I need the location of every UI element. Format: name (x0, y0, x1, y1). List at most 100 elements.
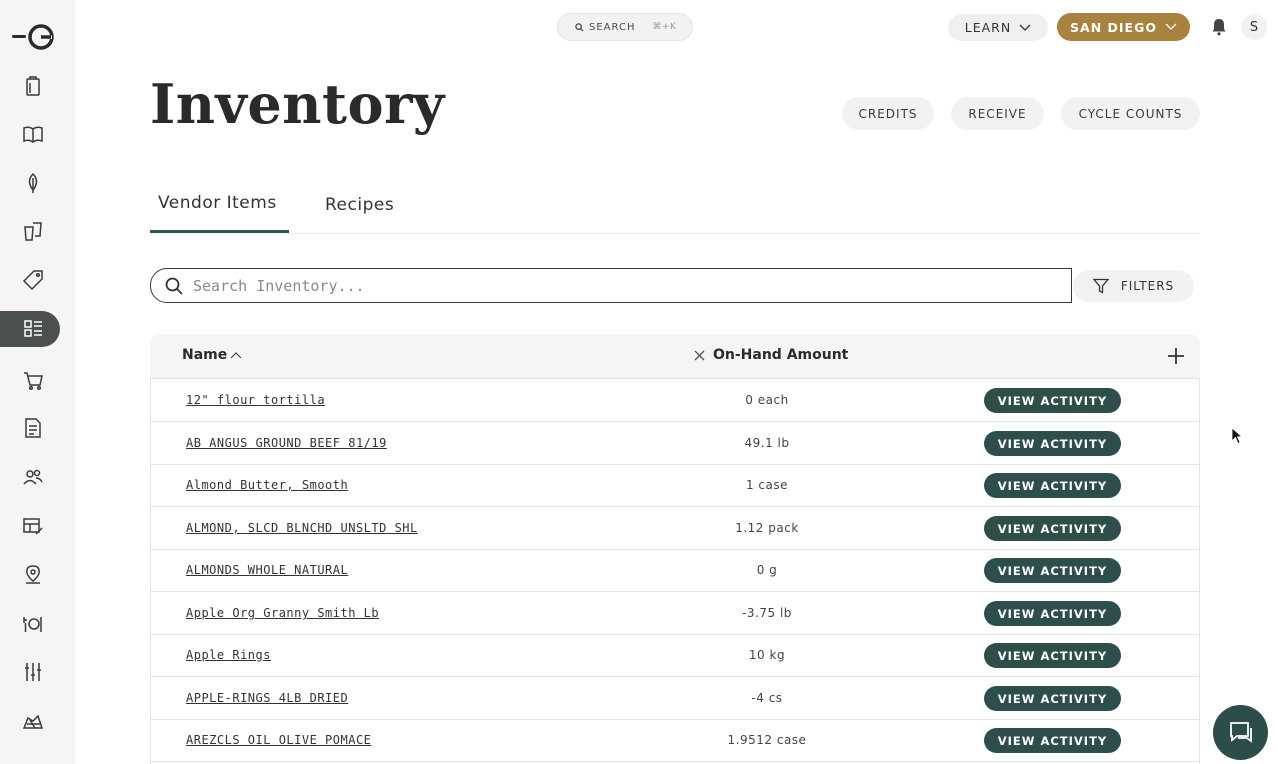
view-activity-button[interactable]: VIEW ACTIVITY (984, 516, 1121, 541)
learn-dropdown[interactable]: LEARN (948, 14, 1048, 41)
cart-icon (24, 372, 43, 391)
on-hand-column-header: On-Hand Amount (694, 347, 848, 363)
on-hand-amount: 1 case (745, 478, 789, 492)
sidebar-item-book[interactable] (0, 116, 60, 152)
book-icon (23, 126, 43, 143)
filter-icon (1092, 278, 1109, 294)
on-hand-amount: 10 kg (748, 648, 786, 662)
leaf-icon (28, 172, 38, 193)
sidebar-item-location[interactable] (0, 557, 60, 593)
view-activity-button[interactable]: VIEW ACTIVITY (984, 473, 1121, 498)
tag-icon (22, 270, 43, 291)
item-name-link[interactable]: Almond Butter, Smooth (186, 478, 348, 492)
view-activity-button[interactable]: VIEW ACTIVITY (984, 643, 1121, 668)
tabs-divider (150, 233, 1200, 234)
sort-ascending-icon (230, 352, 242, 359)
chat-support-button[interactable] (1213, 705, 1268, 760)
search-icon (165, 277, 183, 295)
inventory-search-box (150, 268, 1072, 303)
on-hand-column-label: On-Hand Amount (713, 347, 849, 363)
receive-button[interactable]: RECEIVE (951, 97, 1044, 130)
inventory-icon (24, 320, 42, 337)
sidebar (0, 0, 75, 764)
sidebar-item-tag[interactable] (0, 262, 60, 298)
item-name-link[interactable]: Apple Org Granny Smith Lb (186, 606, 379, 620)
on-hand-amount: 1.9512 case (727, 733, 807, 747)
add-column-icon[interactable] (1166, 346, 1186, 366)
item-name-link[interactable]: AREZCLS OIL OLIVE POMACE (186, 733, 371, 747)
table-row: ALMOND, SLCD BLNCHD UNSLTD SHL 1.12 pack… (150, 507, 1200, 550)
chevron-down-icon (1019, 24, 1031, 31)
sidebar-item-clipboard[interactable] (0, 68, 60, 104)
table-row: Apple Org Granny Smith Lb -3.75 lb VIEW … (150, 592, 1200, 635)
location-pin-icon (26, 565, 40, 584)
learn-label: LEARN (964, 20, 1012, 35)
table-row: AREZCLS OIL OLIVE POMACE 1.9512 case VIE… (150, 719, 1200, 762)
cups-icon (24, 222, 42, 241)
page-title: Inventory (150, 72, 445, 136)
name-column-label: Name (182, 347, 228, 363)
on-hand-amount: -4 cs (751, 691, 783, 705)
cycle-counts-button[interactable]: CYCLE COUNTS (1061, 97, 1200, 130)
sidebar-item-map[interactable] (0, 703, 60, 739)
tab-recipes[interactable]: Recipes (325, 195, 394, 215)
sidebar-item-inventory[interactable] (0, 311, 60, 347)
on-hand-amount: 49.1 lb (744, 436, 790, 450)
sidebar-item-cups[interactable] (0, 213, 60, 249)
item-name-link[interactable]: ALMOND, SLCD BLNCHD UNSLTD SHL (186, 521, 418, 535)
chevron-down-icon (1165, 23, 1177, 30)
sidebar-item-sliders[interactable] (0, 654, 60, 690)
item-name-link[interactable]: ALMONDS WHOLE NATURAL (186, 563, 348, 577)
name-column-header[interactable]: Name (182, 347, 242, 363)
sidebar-item-cart[interactable] (0, 362, 60, 398)
user-avatar[interactable]: S (1241, 14, 1267, 40)
tab-vendor-items[interactable]: Vendor Items (158, 193, 277, 213)
sidebar-item-dining[interactable] (0, 606, 60, 642)
view-activity-button[interactable]: VIEW ACTIVITY (984, 388, 1121, 413)
location-label: SAN DIEGO (1070, 19, 1157, 35)
global-search-button[interactable]: SEARCH ⌘+K (557, 13, 693, 41)
sliders-icon (25, 663, 41, 681)
mouse-cursor-icon (1231, 427, 1243, 445)
view-activity-button[interactable]: VIEW ACTIVITY (984, 686, 1121, 711)
table-header: Name On-Hand Amount (150, 334, 1200, 379)
filters-label: FILTERS (1120, 279, 1175, 293)
table-edit-icon (23, 518, 43, 535)
bell-icon[interactable] (1211, 18, 1227, 36)
item-name-link[interactable]: APPLE-RINGS 4LB DRIED (186, 691, 348, 705)
sidebar-item-leaf[interactable] (0, 165, 60, 201)
people-icon (23, 469, 43, 485)
table-row: AB ANGUS GROUND BEEF 81/19 49.1 lb VIEW … (150, 422, 1200, 465)
document-icon (25, 418, 41, 438)
chat-icon (1229, 721, 1252, 743)
on-hand-amount: 1.12 pack (735, 521, 799, 535)
view-activity-button[interactable]: VIEW ACTIVITY (984, 558, 1121, 583)
on-hand-amount: 0 g (756, 563, 778, 577)
view-activity-button[interactable]: VIEW ACTIVITY (984, 601, 1121, 626)
clipboard-icon (26, 76, 40, 96)
global-search-label: SEARCH (589, 21, 636, 33)
on-hand-amount: 0 each (745, 393, 789, 407)
map-icon (22, 714, 44, 729)
filters-button[interactable]: FILTERS (1073, 270, 1194, 302)
table-row: Apple Rings 10 kg VIEW ACTIVITY (150, 634, 1200, 677)
on-hand-amount: -3.75 lb (742, 606, 792, 620)
view-activity-button[interactable]: VIEW ACTIVITY (984, 728, 1121, 753)
item-name-link[interactable]: 12" flour tortilla (186, 393, 325, 407)
sidebar-item-people[interactable] (0, 459, 60, 495)
location-dropdown[interactable]: SAN DIEGO (1057, 13, 1190, 41)
view-activity-button[interactable]: VIEW ACTIVITY (984, 431, 1121, 456)
item-name-link[interactable]: AB ANGUS GROUND BEEF 81/19 (186, 436, 387, 450)
credits-button[interactable]: CREDITS (842, 97, 934, 130)
table-row: Almond Butter, Smooth 1 case VIEW ACTIVI… (150, 464, 1200, 507)
remove-column-icon[interactable] (694, 350, 705, 361)
logo-icon[interactable] (12, 22, 56, 52)
inventory-search-input[interactable] (193, 276, 1013, 295)
item-name-link[interactable]: Apple Rings (186, 648, 271, 662)
sidebar-item-table-edit[interactable] (0, 508, 60, 544)
table-row: ALMONDS WHOLE NATURAL 0 g VIEW ACTIVITY (150, 549, 1200, 592)
sidebar-item-document[interactable] (0, 410, 60, 446)
dining-icon (23, 617, 42, 632)
table-row: 12" flour tortilla 0 each VIEW ACTIVITY (150, 379, 1200, 422)
table-row: APPLE-RINGS 4LB DRIED -4 cs VIEW ACTIVIT… (150, 677, 1200, 720)
